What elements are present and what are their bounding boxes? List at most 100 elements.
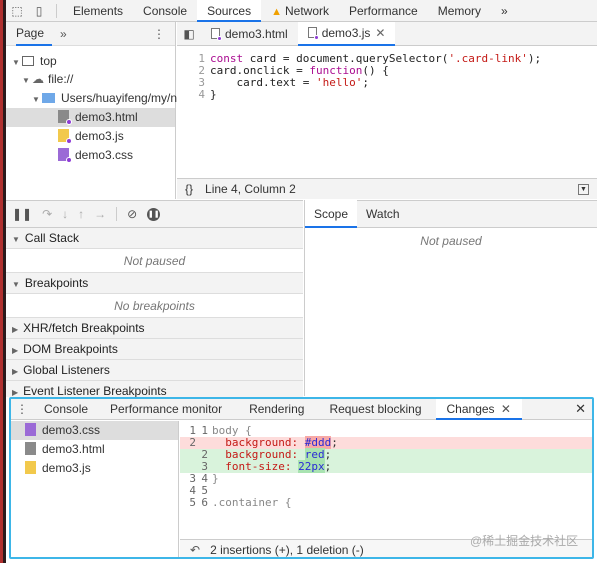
cursor-position: Line 4, Column 2 (205, 182, 296, 196)
tab-watch[interactable]: Watch (357, 200, 409, 228)
step-out-icon[interactable]: ↑ (78, 207, 84, 221)
editor-tab-bar: ◧ demo3.html demo3.js ✕ (177, 21, 597, 46)
expand-arrow-icon: ▼ (32, 95, 40, 104)
tree-item-file[interactable]: demo3.html (6, 108, 175, 127)
pause-on-exceptions-icon[interactable]: ❚❚ (147, 207, 161, 221)
css-file-icon (58, 148, 72, 163)
tree-item-top[interactable]: ▼ top (12, 52, 57, 71)
section-header[interactable]: ▼ Breakpoints (6, 273, 303, 294)
divider (56, 3, 57, 18)
inspect-icon[interactable]: ⬚ (6, 0, 28, 22)
tab-page[interactable]: Page (16, 22, 53, 46)
navigator-header: Page » ⋮ (6, 22, 175, 46)
breakpoints-section: ▼ Breakpoints No breakpoints (6, 273, 303, 318)
tab-sources[interactable]: Sources (197, 0, 262, 22)
section-header[interactable]: ▶ XHR/fetch Breakpoints (6, 318, 303, 339)
section-header[interactable]: ▶ Global Listeners (6, 360, 303, 381)
code-line: } (210, 88, 217, 101)
section-header[interactable]: ▼ Call Stack (6, 228, 303, 249)
close-drawer-icon[interactable]: ✕ (575, 401, 586, 417)
changed-file-item[interactable]: demo3.js (11, 459, 178, 478)
toggle-navigator-icon[interactable]: ◧ (177, 27, 201, 41)
pause-icon[interactable]: ❚❚ (12, 207, 32, 221)
collapse-arrow-icon: ▶ (12, 346, 19, 355)
tree-item-label: top (40, 54, 57, 68)
divider (116, 207, 118, 221)
changes-summary: 2 insertions (+), 1 deletion (-) (210, 543, 364, 557)
tree-item-label: Users/huayifeng/my/n (61, 91, 178, 105)
scope-tab-bar: Scope Watch (305, 200, 597, 228)
folder-icon (42, 93, 55, 103)
coverage-icon[interactable]: ▼ (578, 183, 589, 195)
frame-icon (22, 56, 34, 66)
dom-breakpoints-section: ▶ DOM Breakpoints (6, 339, 303, 360)
editor-tab-label: demo3.js (321, 25, 371, 40)
expand-arrow-icon: ▼ (12, 235, 20, 244)
editor-tab-active[interactable]: demo3.js ✕ (297, 21, 396, 46)
collapse-arrow-icon: ▶ (12, 325, 19, 334)
drawer-tab-label: Changes (446, 401, 495, 416)
collapse-arrow-icon: ▶ (12, 388, 19, 397)
tree-item-label: demo3.css (75, 148, 134, 162)
tab-elements[interactable]: Elements (63, 0, 133, 22)
drawer-tab-bar: ⋮ Console Performance monitor Rendering … (11, 399, 592, 420)
tab-scope[interactable]: Scope (305, 200, 358, 228)
section-empty-text: Not paused (6, 249, 303, 273)
tab-network-label: Network (284, 3, 329, 18)
revert-icon[interactable]: ↶ (190, 543, 200, 557)
scope-empty-text: Not paused (420, 234, 482, 248)
section-header[interactable]: ▶ DOM Breakpoints (6, 339, 303, 360)
warning-icon: ▲ (271, 5, 282, 18)
editor-tab[interactable]: demo3.html (201, 22, 298, 46)
step-icon[interactable]: → (94, 207, 106, 221)
expand-arrow-icon: ▼ (22, 76, 30, 85)
watermark: @稀土掘金技术社区 (470, 534, 579, 548)
drawer-menu-icon[interactable]: ⋮ (11, 402, 33, 416)
call-stack-section: ▼ Call Stack Not paused (6, 228, 303, 273)
section-header[interactable]: ▶ Event Listener Breakpoints (6, 381, 303, 397)
scope-panel: Scope Watch Not paused (304, 200, 597, 396)
navigator-menu-icon[interactable]: ⋮ (153, 27, 165, 41)
diff-row-insertion: 3 font-size: 22px; (180, 460, 592, 473)
file-navigator: Page » ⋮ ▼ top ▼ ☁ file:// ▼ Users/huayifeng… (6, 22, 177, 199)
changed-file-label: demo3.css (42, 423, 101, 437)
main-tab-bar: ⬚ ▯ Elements Console Sources ▲ Network Pe… (6, 0, 597, 22)
changed-file-item[interactable]: demo3.css (11, 421, 178, 440)
tab-memory[interactable]: Memory (428, 0, 491, 22)
expand-arrow-icon: ▼ (12, 280, 20, 289)
tab-console[interactable]: Console (133, 0, 197, 22)
debugger-toolbar: ❚❚ ↷ ↓ ↑ → ⊘ ❚❚ (6, 200, 303, 228)
html-file-icon (25, 442, 36, 455)
section-empty-text: No breakpoints (6, 294, 303, 318)
tree-item-file[interactable]: demo3.css (58, 146, 133, 165)
step-over-icon[interactable]: ↷ (42, 207, 52, 221)
diff-view[interactable]: 1 1 body { 2 background: #ddd; 2 backgroun… (180, 421, 592, 536)
tab-network[interactable]: ▲ Network (261, 0, 339, 22)
tree-item-label: file:// (48, 72, 74, 86)
code-editor[interactable]: 1 2 3 4 const card = document.querySelec… (177, 47, 597, 177)
changed-file-item[interactable]: demo3.html (11, 440, 178, 459)
changed-file-label: demo3.js (42, 461, 91, 475)
step-into-icon[interactable]: ↓ (62, 207, 68, 221)
js-file-icon (58, 129, 72, 144)
navigator-more-icon[interactable]: » (52, 27, 75, 41)
close-icon[interactable]: ✕ (375, 21, 385, 45)
drawer-tab-request-blocking[interactable]: Request blocking (318, 399, 435, 420)
drawer-tab-performance-monitor[interactable]: Performance monitor (99, 399, 233, 420)
changed-file-label: demo3.html (42, 442, 105, 456)
drawer-tab-rendering[interactable]: Rendering (233, 399, 318, 420)
pretty-print-icon[interactable]: {} (185, 182, 193, 196)
tree-item-origin[interactable]: ▼ ☁ file:// (22, 70, 73, 89)
tree-item-file[interactable]: demo3.js (58, 127, 124, 146)
close-icon[interactable]: ✕ (501, 402, 511, 416)
deactivate-breakpoints-icon[interactable]: ⊘ (127, 207, 137, 221)
editor-tab-label: demo3.html (225, 26, 288, 41)
diff-row: 3 4} (189, 472, 219, 485)
drawer-tab-changes[interactable]: Changes ✕ (435, 399, 522, 420)
cloud-icon: ☁ (32, 72, 44, 86)
more-tabs-icon[interactable]: » (491, 0, 518, 22)
drawer-tab-console[interactable]: Console (33, 399, 99, 420)
tree-item-folder[interactable]: ▼ Users/huayifeng/my/n (32, 89, 177, 108)
tab-performance[interactable]: Performance (339, 0, 428, 22)
device-toggle-icon[interactable]: ▯ (28, 0, 50, 22)
